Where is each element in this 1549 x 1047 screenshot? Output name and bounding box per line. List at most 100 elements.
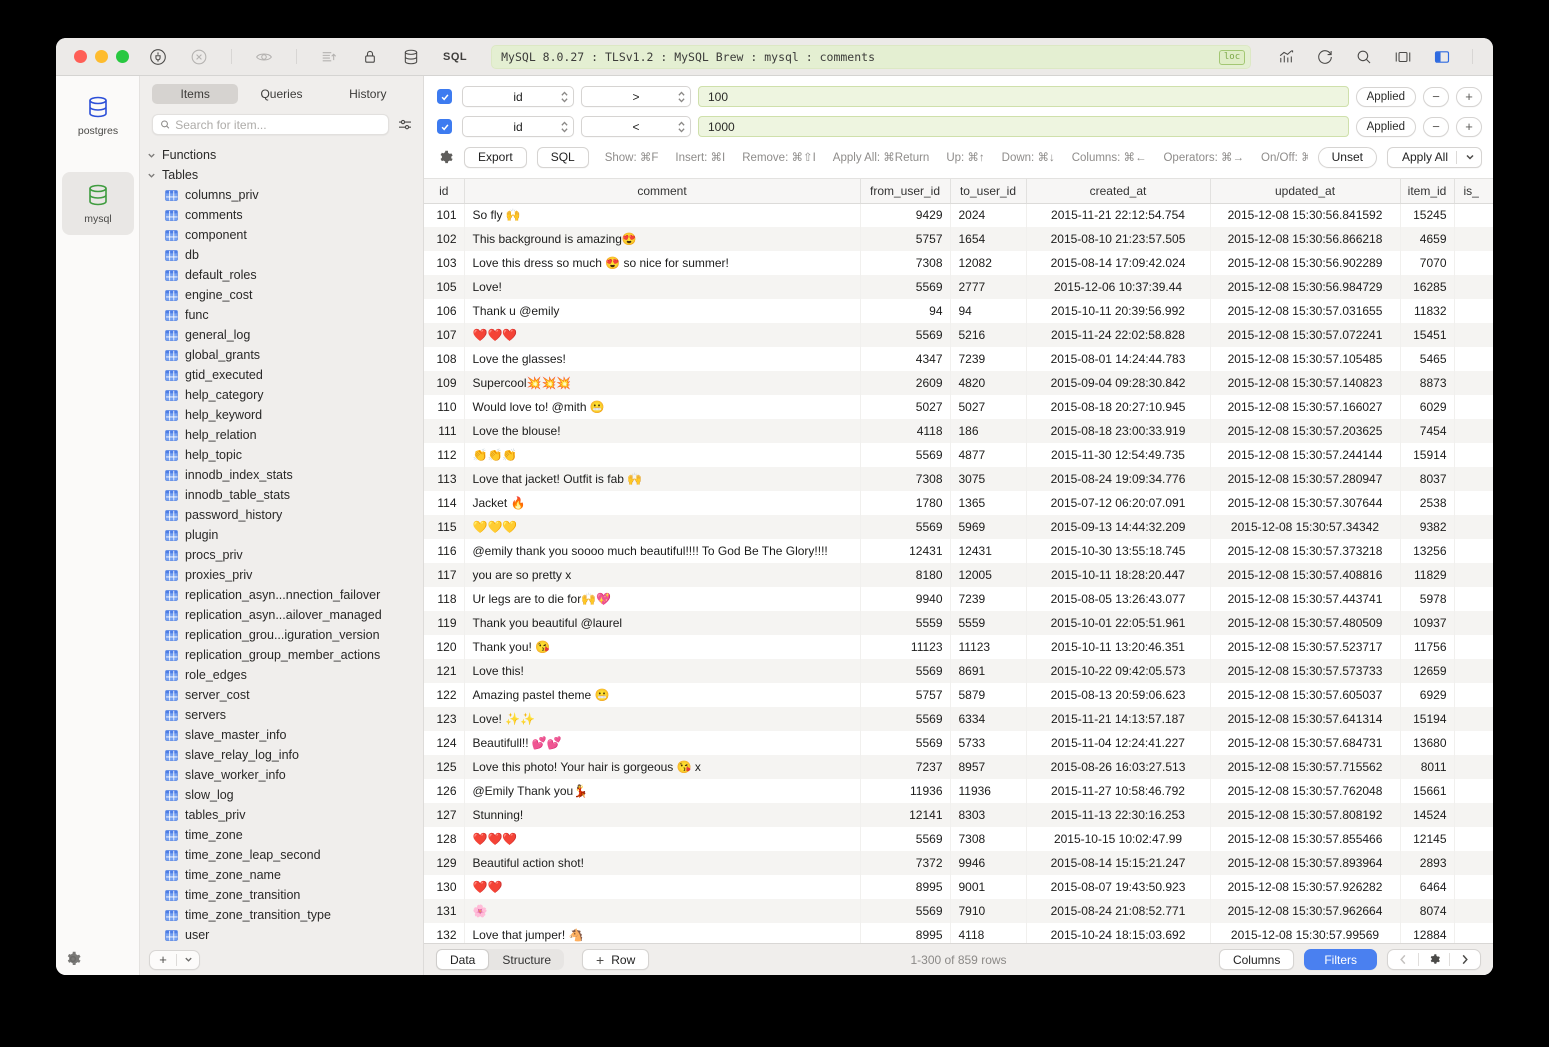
table-cell[interactable]: 2015-12-08 15:30:57.140823 — [1210, 371, 1400, 395]
table-cell[interactable] — [1454, 323, 1493, 347]
table-cell[interactable]: 8995 — [860, 875, 950, 899]
table-cell[interactable]: 7239 — [950, 347, 1026, 371]
table-cell[interactable]: Amazing pastel theme 😬 — [464, 683, 860, 707]
sidebar-table-item[interactable]: comments — [140, 205, 423, 225]
table-cell[interactable]: 11936 — [950, 779, 1026, 803]
sidebar-table-item[interactable]: columns_priv — [140, 185, 423, 205]
remove-filter-button[interactable]: − — [1423, 117, 1449, 137]
table-cell[interactable]: 110 — [424, 395, 464, 419]
table-row[interactable]: 102This background is amazing😍5757165420… — [424, 227, 1493, 251]
filters-button[interactable]: Filters — [1304, 949, 1377, 970]
table-cell[interactable]: ❤️❤️❤️ — [464, 827, 860, 851]
connection-postgres[interactable]: postgres — [62, 84, 134, 147]
table-cell[interactable]: 2015-08-14 15:15:21.247 — [1026, 851, 1210, 875]
table-row[interactable]: 126@Emily Thank you💃11936119362015-11-27… — [424, 779, 1493, 803]
table-cell[interactable]: 128 — [424, 827, 464, 851]
refresh-icon[interactable] — [1316, 48, 1334, 66]
table-cell[interactable]: Love the blouse! — [464, 419, 860, 443]
table-cell[interactable]: 107 — [424, 323, 464, 347]
table-cell[interactable]: 2777 — [950, 275, 1026, 299]
table-cell[interactable]: 12141 — [860, 803, 950, 827]
table-cell[interactable]: 126 — [424, 779, 464, 803]
table-cell[interactable]: 2015-12-08 15:30:57.408816 — [1210, 563, 1400, 587]
table-row[interactable]: 112👏👏👏556948772015-11-30 12:54:49.735201… — [424, 443, 1493, 467]
table-row[interactable]: 122Amazing pastel theme 😬575758792015-08… — [424, 683, 1493, 707]
table-cell[interactable]: 2015-10-30 13:55:18.745 — [1026, 539, 1210, 563]
table-cell[interactable]: 130 — [424, 875, 464, 899]
sidebar-table-item[interactable]: procs_priv — [140, 545, 423, 565]
table-cell[interactable] — [1454, 203, 1493, 227]
table-cell[interactable]: 👏👏👏 — [464, 443, 860, 467]
table-cell[interactable]: 2893 — [1400, 851, 1454, 875]
table-cell[interactable]: 2015-08-14 17:09:42.024 — [1026, 251, 1210, 275]
table-cell[interactable]: 4877 — [950, 443, 1026, 467]
table-cell[interactable]: 2015-12-08 15:30:57.373218 — [1210, 539, 1400, 563]
sidebar-table-item[interactable]: time_zone_transition — [140, 885, 423, 905]
table-row[interactable]: 109Supercool💥💥💥260948202015-09-04 09:28:… — [424, 371, 1493, 395]
sidebar-table-item[interactable]: innodb_index_stats — [140, 465, 423, 485]
table-cell[interactable]: 111 — [424, 419, 464, 443]
table-cell[interactable] — [1454, 539, 1493, 563]
sidebar-table-item[interactable]: slow_log — [140, 785, 423, 805]
table-cell[interactable]: 14524 — [1400, 803, 1454, 827]
table-cell[interactable]: 10937 — [1400, 611, 1454, 635]
table-row[interactable]: 120Thank you! 😘11123111232015-10-11 13:2… — [424, 635, 1493, 659]
table-cell[interactable]: Love! — [464, 275, 860, 299]
sidebar-table-item[interactable]: db — [140, 245, 423, 265]
table-cell[interactable]: 4820 — [950, 371, 1026, 395]
table-row[interactable]: 107❤️❤️❤️556952162015-11-24 22:02:58.828… — [424, 323, 1493, 347]
sidebar-table-item[interactable]: user — [140, 925, 423, 945]
table-cell[interactable]: 2015-12-08 15:30:57.808192 — [1210, 803, 1400, 827]
table-cell[interactable]: 8180 — [860, 563, 950, 587]
table-cell[interactable]: 5978 — [1400, 587, 1454, 611]
item-search-field[interactable] — [152, 114, 389, 135]
table-cell[interactable]: 13256 — [1400, 539, 1454, 563]
tree-section-tables[interactable]: Tables — [140, 165, 423, 185]
table-cell[interactable]: 5569 — [860, 323, 950, 347]
sidebar-table-item[interactable]: servers — [140, 705, 423, 725]
table-cell[interactable] — [1454, 899, 1493, 923]
table-cell[interactable]: 2015-08-13 20:59:06.623 — [1026, 683, 1210, 707]
table-cell[interactable]: 5569 — [860, 275, 950, 299]
table-cell[interactable]: Love this! — [464, 659, 860, 683]
table-cell[interactable]: 7308 — [860, 467, 950, 491]
table-cell[interactable]: 2015-12-08 15:30:56.902289 — [1210, 251, 1400, 275]
table-cell[interactable]: Thank you! 😘 — [464, 635, 860, 659]
filter-applied-button[interactable]: Applied — [1356, 87, 1416, 107]
tab-history[interactable]: History — [325, 84, 411, 104]
table-cell[interactable]: 12431 — [950, 539, 1026, 563]
table-cell[interactable]: 5559 — [860, 611, 950, 635]
center-panel-icon[interactable] — [1394, 48, 1412, 66]
table-cell[interactable] — [1454, 851, 1493, 875]
sidebar-table-item[interactable]: help_category — [140, 385, 423, 405]
table-cell[interactable]: 7237 — [860, 755, 950, 779]
table-cell[interactable]: 94 — [950, 299, 1026, 323]
filter-settings-gear-icon[interactable] — [437, 149, 454, 166]
table-cell[interactable]: 2015-10-22 09:42:05.573 — [1026, 659, 1210, 683]
table-cell[interactable]: 5569 — [860, 515, 950, 539]
table-cell[interactable]: 102 — [424, 227, 464, 251]
table-cell[interactable]: 12884 — [1400, 923, 1454, 943]
column-header-to-user-id[interactable]: to_user_id — [950, 179, 1026, 203]
table-cell[interactable]: 12082 — [950, 251, 1026, 275]
table-cell[interactable]: 2015-12-08 15:30:57.523717 — [1210, 635, 1400, 659]
table-cell[interactable]: 2024 — [950, 203, 1026, 227]
sidebar-table-item[interactable]: role_edges — [140, 665, 423, 685]
table-cell[interactable]: 5969 — [950, 515, 1026, 539]
filter-enabled-checkbox[interactable] — [437, 89, 452, 104]
connection-mysql[interactable]: mysql — [62, 172, 134, 235]
table-cell[interactable]: 117 — [424, 563, 464, 587]
table-cell[interactable]: 5027 — [860, 395, 950, 419]
sidebar-table-item[interactable]: time_zone_name — [140, 865, 423, 885]
table-cell[interactable]: This background is amazing😍 — [464, 227, 860, 251]
sidebar-table-item[interactable]: replication_asyn...nnection_failover — [140, 585, 423, 605]
sidebar-table-item[interactable]: default_roles — [140, 265, 423, 285]
sidebar-table-item[interactable]: global_grants — [140, 345, 423, 365]
table-cell[interactable]: 2015-12-08 15:30:57.684731 — [1210, 731, 1400, 755]
disconnect-icon[interactable] — [190, 48, 208, 66]
table-cell[interactable]: 9946 — [950, 851, 1026, 875]
table-cell[interactable] — [1454, 827, 1493, 851]
table-cell[interactable]: Ur legs are to die for🙌💖 — [464, 587, 860, 611]
filter-applied-button[interactable]: Applied — [1356, 117, 1416, 137]
table-cell[interactable]: 5569 — [860, 827, 950, 851]
